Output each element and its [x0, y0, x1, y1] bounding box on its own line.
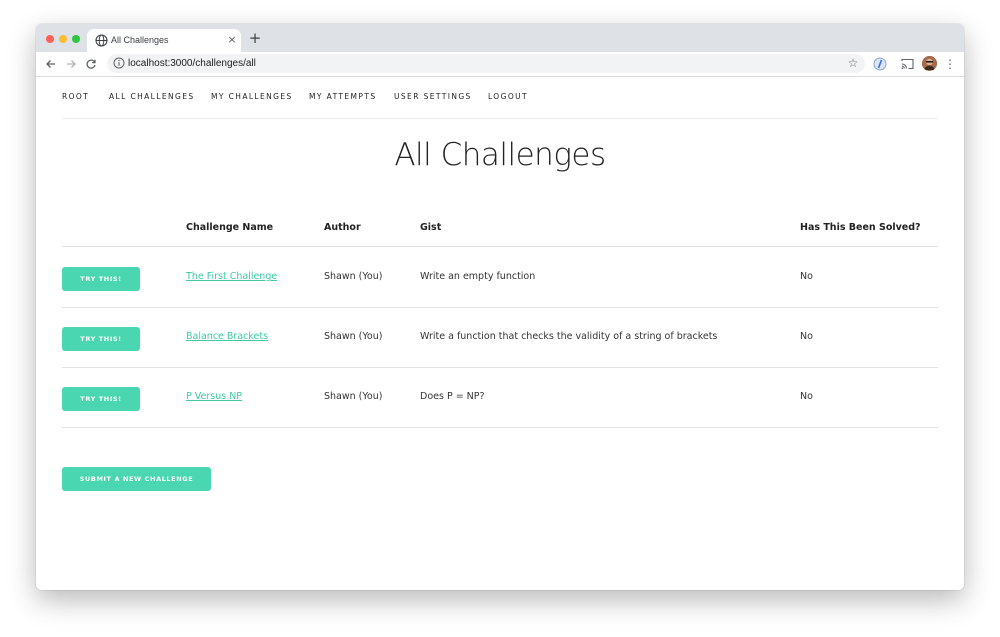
- table-row: TRY THIS! Balance Brackets Shawn (You) W…: [62, 307, 938, 368]
- author-cell: Shawn (You): [324, 271, 383, 282]
- challenge-link[interactable]: Balance Brackets: [186, 330, 268, 344]
- forward-icon[interactable]: [63, 56, 79, 72]
- header-challenge-name: Challenge Name: [186, 222, 274, 233]
- close-window-button[interactable]: [46, 35, 54, 43]
- url-text[interactable]: localhost:3000/challenges/all: [128, 57, 256, 70]
- header-solved: Has This Been Solved?: [800, 222, 921, 233]
- maximize-window-button[interactable]: [72, 35, 80, 43]
- back-icon[interactable]: [43, 56, 59, 72]
- solved-cell: No: [800, 331, 813, 342]
- browser-window: All Challenges × + localhost:3000/challe…: [36, 24, 964, 590]
- header-author: Author: [324, 222, 361, 233]
- gist-cell: Write a function that checks the validit…: [420, 331, 718, 342]
- page-title: All Challenges: [394, 137, 606, 173]
- try-this-button[interactable]: TRY THIS!: [62, 327, 140, 351]
- info-icon[interactable]: [113, 57, 125, 69]
- tab-title: All Challenges: [111, 35, 169, 45]
- web-page: ROOT ALL CHALLENGES MY CHALLENGES MY ATT…: [36, 77, 964, 590]
- browser-tab[interactable]: All Challenges ×: [87, 29, 241, 52]
- gist-cell: Does P = NP?: [420, 391, 485, 402]
- solved-cell: No: [800, 271, 813, 282]
- nav-all-challenges[interactable]: ALL CHALLENGES: [109, 92, 195, 102]
- solved-cell: No: [800, 391, 813, 402]
- menu-icon[interactable]: ⋮: [944, 56, 956, 72]
- extension-icon[interactable]: [873, 57, 887, 71]
- submit-new-challenge-button[interactable]: SUBMIT A NEW CHALLENGE: [62, 467, 211, 491]
- nav-root[interactable]: ROOT: [62, 92, 89, 102]
- reload-icon[interactable]: [83, 56, 99, 72]
- address-bar[interactable]: localhost:3000/challenges/all ☆: [107, 54, 865, 73]
- browser-toolbar: localhost:3000/challenges/all ☆ ⋮: [36, 52, 964, 77]
- minimize-window-button[interactable]: [59, 35, 67, 43]
- avatar[interactable]: [922, 56, 937, 71]
- nav-logout[interactable]: LOGOUT: [488, 92, 528, 102]
- close-icon[interactable]: ×: [225, 33, 239, 47]
- header-gist: Gist: [420, 222, 442, 233]
- gist-cell: Write an empty function: [420, 271, 536, 282]
- nav-my-attempts[interactable]: MY ATTEMPTS: [309, 92, 377, 102]
- author-cell: Shawn (You): [324, 391, 383, 402]
- try-this-button[interactable]: TRY THIS!: [62, 387, 140, 411]
- table-row: TRY THIS! P Versus NP Shawn (You) Does P…: [62, 367, 938, 428]
- globe-icon: [95, 34, 108, 47]
- try-this-button[interactable]: TRY THIS!: [62, 267, 140, 291]
- nav-my-challenges[interactable]: MY CHALLENGES: [211, 92, 293, 102]
- new-tab-button[interactable]: +: [247, 30, 263, 46]
- table-row: TRY THIS! The First Challenge Shawn (You…: [62, 247, 938, 308]
- nav-user-settings[interactable]: USER SETTINGS: [394, 92, 472, 102]
- cast-icon[interactable]: [901, 58, 914, 70]
- author-cell: Shawn (You): [324, 331, 383, 342]
- challenge-link[interactable]: The First Challenge: [186, 270, 277, 284]
- tab-strip: All Challenges × +: [36, 24, 964, 52]
- challenge-link[interactable]: P Versus NP: [186, 390, 242, 404]
- star-icon[interactable]: ☆: [846, 56, 860, 70]
- site-navigation: ROOT ALL CHALLENGES MY CHALLENGES MY ATT…: [62, 77, 938, 119]
